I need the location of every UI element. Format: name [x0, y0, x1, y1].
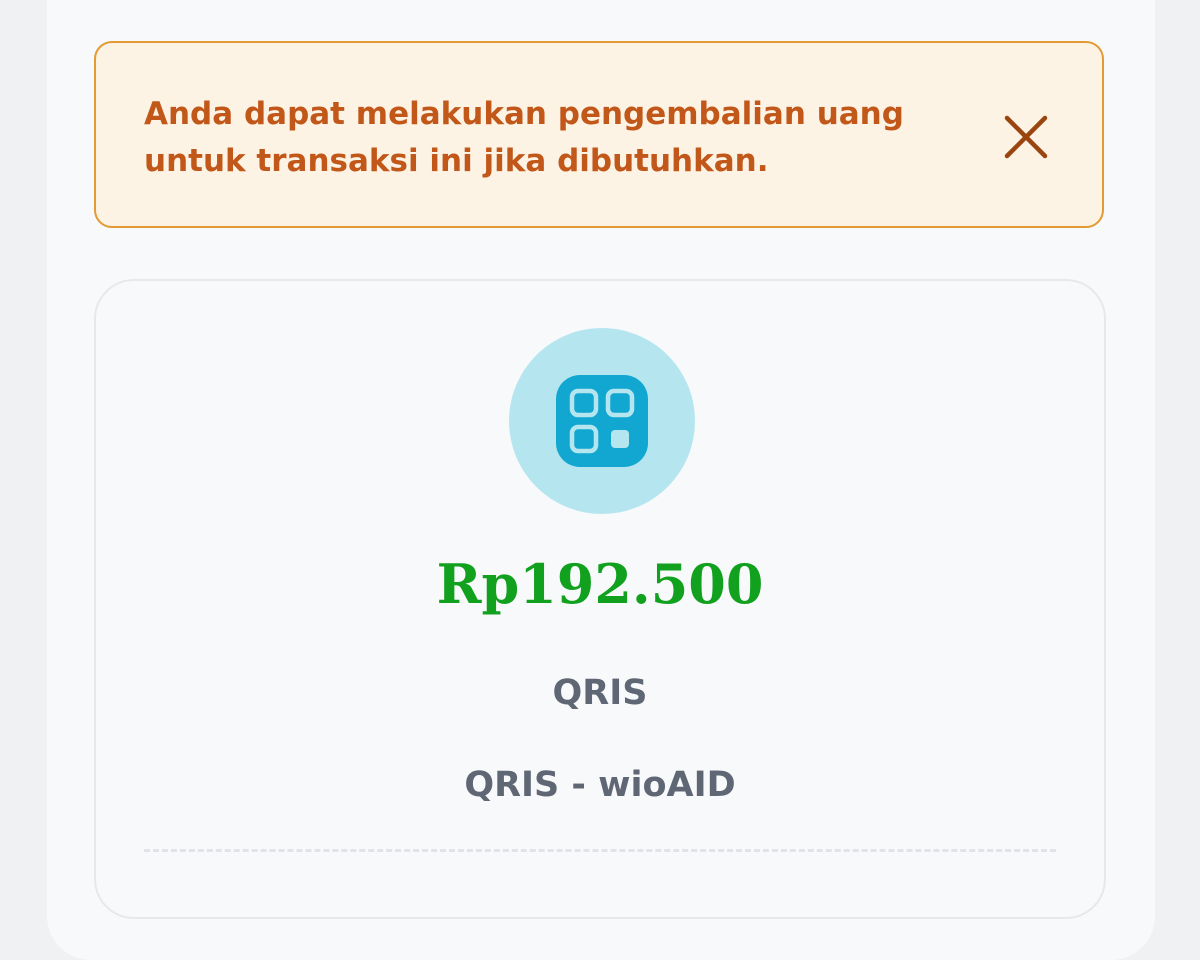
payment-method-name: QRIS [552, 673, 648, 713]
close-alert-button[interactable] [994, 105, 1058, 169]
dashed-divider [144, 849, 1056, 852]
close-icon[interactable] [1003, 114, 1049, 160]
payment-amount: Rp192.500 [436, 552, 764, 616]
payment-summary-card: Rp192.500 QRIS QRIS - wioAID [94, 279, 1106, 919]
payment-method-icon-badge [509, 328, 695, 514]
refund-info-alert: Anda dapat melakukan pengembalian uang u… [94, 41, 1104, 228]
merchant-name: QRIS - wioAID [464, 765, 736, 805]
qris-icon [556, 375, 648, 467]
alert-message: Anda dapat melakukan pengembalian uang u… [144, 96, 904, 179]
